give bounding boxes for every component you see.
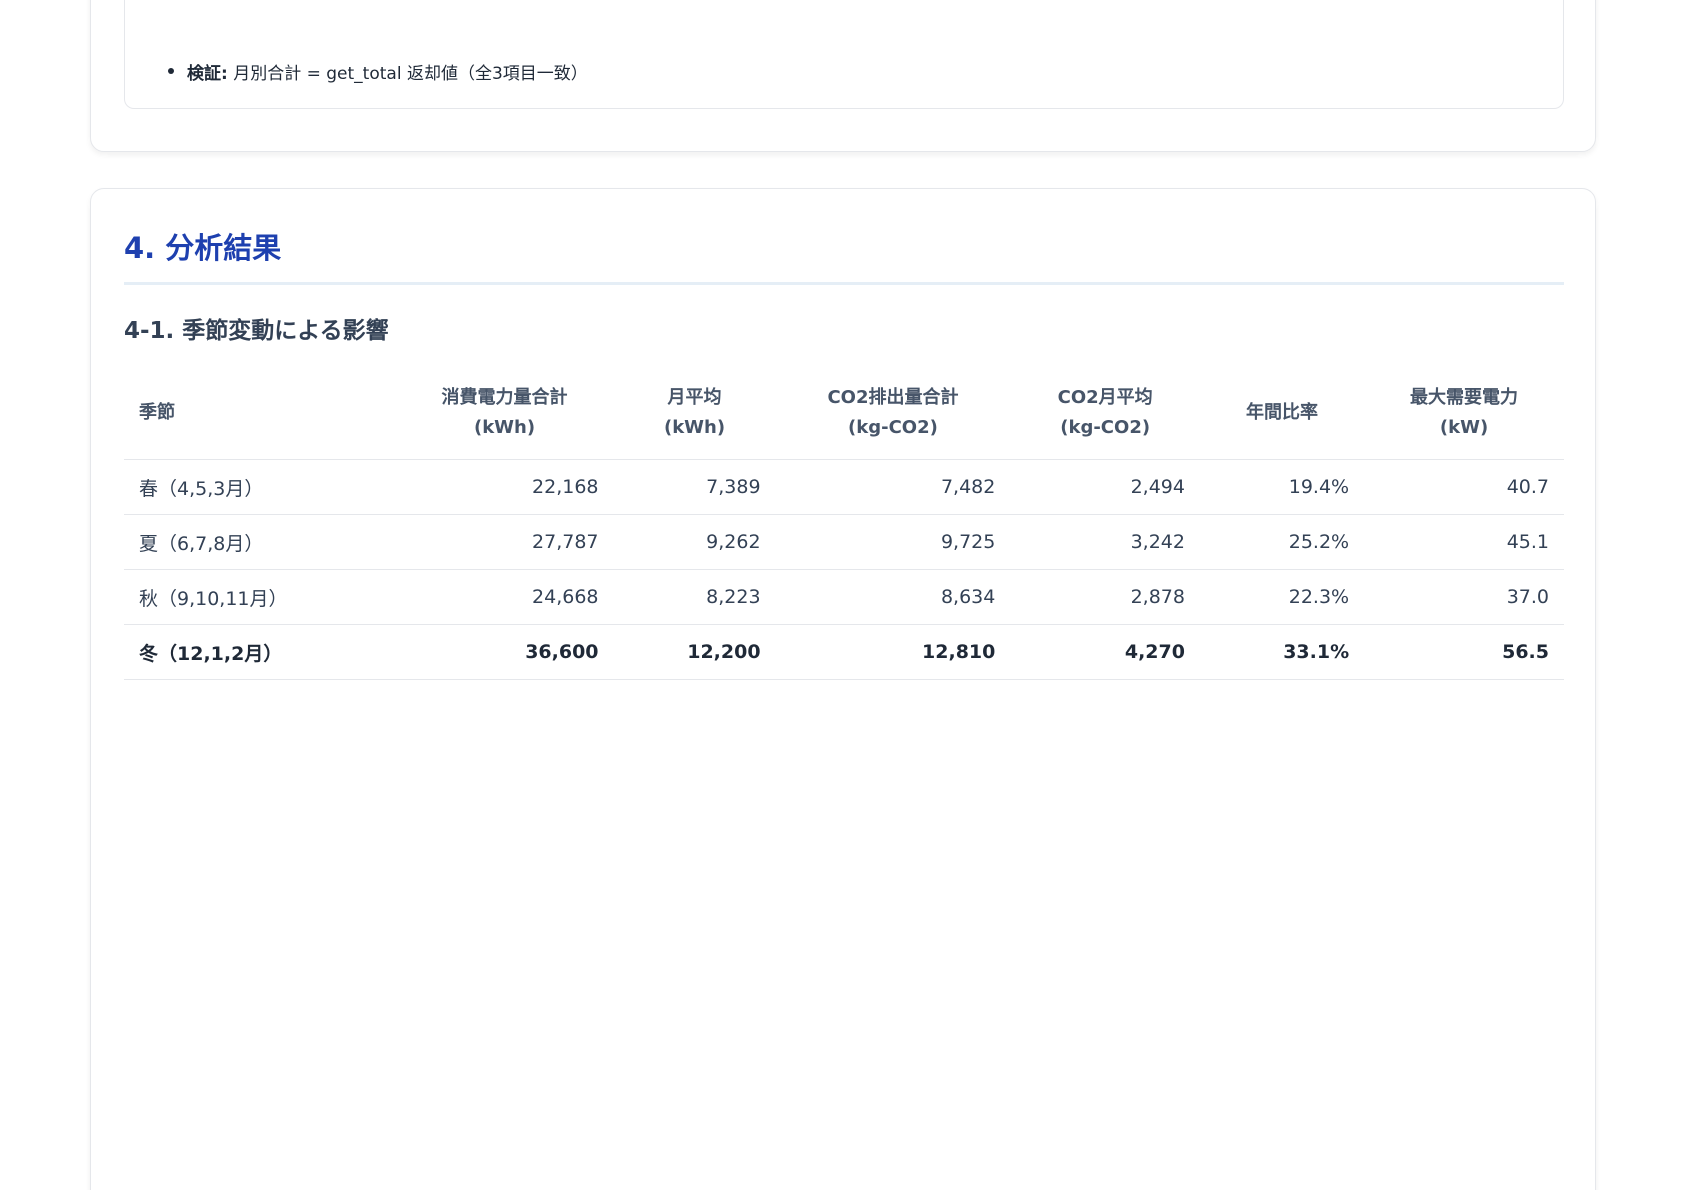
cell-monthly-average: 7,389 [613, 459, 776, 515]
table-row-highlight: 冬（12,1,2月） 36,600 12,200 12,810 4,270 33… [124, 624, 1564, 680]
header-season: 季節 [124, 367, 396, 460]
previous-section-card: 検証: 月別合計 = get_total 返却値（全3項目一致） [90, 0, 1596, 152]
cell-monthly-average: 12,200 [613, 624, 776, 680]
cell-peak-demand: 56.5 [1364, 624, 1564, 680]
table-row: 夏（6,7,8月） 27,787 9,262 9,725 3,242 25.2%… [124, 514, 1564, 570]
cell-annual-ratio: 19.4% [1199, 459, 1365, 515]
verification-label: 検証: [187, 64, 228, 84]
cell-annual-ratio: 22.3% [1199, 569, 1365, 625]
cell-co2-monthly-average: 2,494 [1010, 459, 1200, 515]
cell-co2-monthly-average: 3,242 [1010, 514, 1200, 570]
seasonal-table: 季節 消費電力量合計 (kWh) 月平均 (kWh) CO2排出量合計 (kg-CO2… [124, 367, 1564, 680]
table-row: 春（4,5,3月） 22,168 7,389 7,482 2,494 19.4%… [124, 459, 1564, 515]
header-monthly-average: 月平均 (kWh) [613, 367, 776, 460]
cell-co2-total: 9,725 [775, 514, 1011, 570]
cell-annual-ratio: 25.2% [1199, 514, 1365, 570]
cell-total-consumption: 27,787 [395, 514, 614, 570]
cell-total-consumption: 22,168 [395, 459, 614, 515]
header-co2-monthly-average: CO2月平均 (kg-CO2) [1010, 367, 1200, 460]
subsection-title: 4-1. 季節変動による影響 [124, 318, 389, 344]
cell-co2-total: 8,634 [775, 569, 1011, 625]
cell-season: 冬（12,1,2月） [124, 624, 396, 680]
header-peak-demand: 最大需要電力 (kW) [1364, 367, 1564, 460]
cell-co2-total: 12,810 [775, 624, 1011, 680]
cell-peak-demand: 40.7 [1364, 459, 1564, 515]
cell-total-consumption: 36,600 [395, 624, 614, 680]
cell-co2-total: 7,482 [775, 459, 1011, 515]
verification-text: 月別合計 = get_total 返却値（全3項目一致） [233, 64, 588, 84]
verification-box: 検証: 月別合計 = get_total 返却値（全3項目一致） [124, 0, 1564, 109]
cell-season: 春（4,5,3月） [124, 459, 396, 515]
cell-co2-monthly-average: 4,270 [1010, 624, 1200, 680]
cell-co2-monthly-average: 2,878 [1010, 569, 1200, 625]
section-title: 4. 分析結果 [124, 231, 282, 265]
header-annual-ratio: 年間比率 [1199, 367, 1365, 460]
cell-monthly-average: 9,262 [613, 514, 776, 570]
header-total-consumption: 消費電力量合計 (kWh) [395, 367, 614, 460]
cell-total-consumption: 24,668 [395, 569, 614, 625]
cell-season: 夏（6,7,8月） [124, 514, 396, 570]
table-header-row: 季節 消費電力量合計 (kWh) 月平均 (kWh) CO2排出量合計 (kg-CO2… [124, 367, 1564, 460]
cell-peak-demand: 45.1 [1364, 514, 1564, 570]
verification-note: 検証: 月別合計 = get_total 返却値（全3項目一致） [165, 59, 588, 84]
table-row: 秋（9,10,11月） 24,668 8,223 8,634 2,878 22.… [124, 569, 1564, 625]
cell-annual-ratio: 33.1% [1199, 624, 1365, 680]
verification-list: 検証: 月別合計 = get_total 返却値（全3項目一致） [165, 59, 588, 84]
section-divider [124, 282, 1564, 285]
header-co2-total: CO2排出量合計 (kg-CO2) [775, 367, 1011, 460]
report-page: 検証: 月別合計 = get_total 返却値（全3項目一致） 4. 分析結果… [0, 0, 1684, 1190]
cell-season: 秋（9,10,11月） [124, 569, 396, 625]
cell-peak-demand: 37.0 [1364, 569, 1564, 625]
cell-monthly-average: 8,223 [613, 569, 776, 625]
analysis-results-card: 4. 分析結果 4-1. 季節変動による影響 季節 消費電力量合計 (kWh) 月… [90, 188, 1596, 1190]
